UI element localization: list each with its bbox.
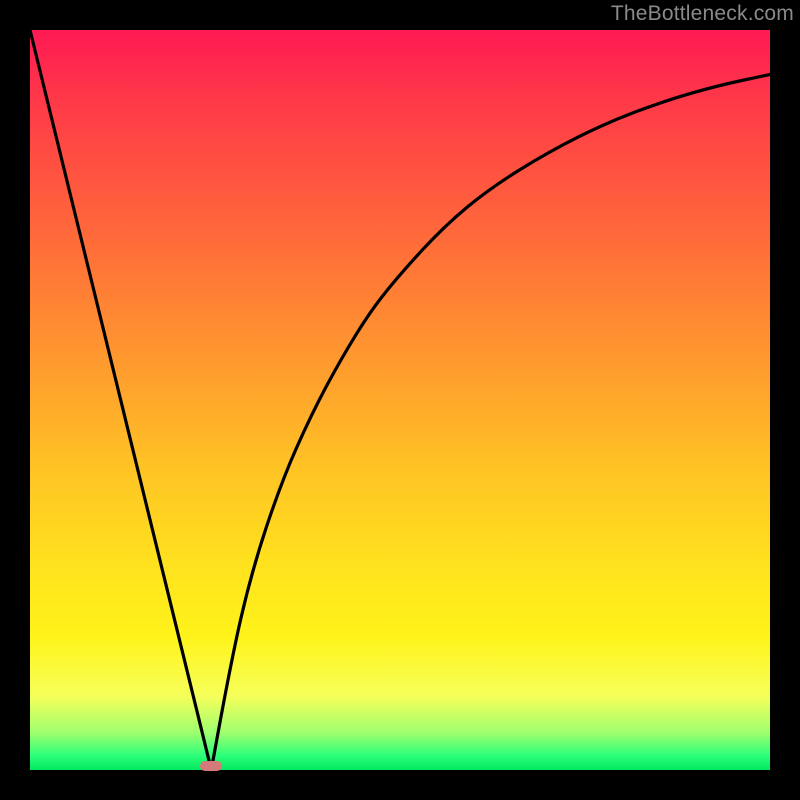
curve-right-branch <box>211 74 770 770</box>
watermark-text: TheBottleneck.com <box>611 2 794 26</box>
optimal-point-marker <box>200 761 222 771</box>
bottleneck-curve <box>30 30 770 770</box>
curve-left-branch <box>30 30 211 770</box>
chart-frame: TheBottleneck.com <box>0 0 800 800</box>
plot-area <box>30 30 770 770</box>
